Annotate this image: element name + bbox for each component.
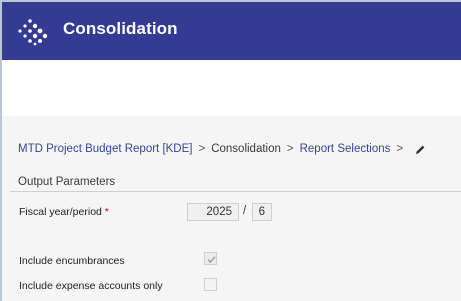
include-encumbrances-label: Include encumbrances [19,255,125,267]
include-encumbrances-checkbox[interactable] [204,252,217,265]
output-parameters-title: Output Parameters [18,176,116,188]
breadcrumb-item-report[interactable]: MTD Project Budget Report [KDE] [18,143,192,155]
fiscal-year-input[interactable]: 2025 [187,203,239,221]
breadcrumb-item-report-selections[interactable]: Report Selections [300,143,391,155]
diamond-dots-icon [18,19,48,46]
breadcrumb: MTD Project Budget Report [KDE] > Consol… [18,143,426,155]
section-divider [10,191,461,192]
breadcrumb-item-consolidation[interactable]: Consolidation [211,143,281,155]
fiscal-year-period-label: Fiscal year/period * [19,206,109,218]
app-title: Consolidation [63,19,178,38]
breadcrumb-separator: > [396,143,404,155]
breadcrumb-separator: > [198,143,206,155]
pencil-icon[interactable] [415,144,426,155]
toolbar-area [2,60,461,116]
breadcrumb-separator: > [286,143,294,155]
include-expense-accounts-only-label: Include expense accounts only [19,280,163,292]
app-header: Consolidation [2,2,461,60]
year-period-separator: / [243,205,247,217]
include-expense-accounts-only-checkbox[interactable] [204,278,217,291]
fiscal-period-input[interactable]: 6 [252,203,272,221]
fiscal-year-period-label-text: Fiscal year/period [19,206,102,218]
required-mark: * [104,206,109,218]
checkmark-icon [207,256,216,264]
